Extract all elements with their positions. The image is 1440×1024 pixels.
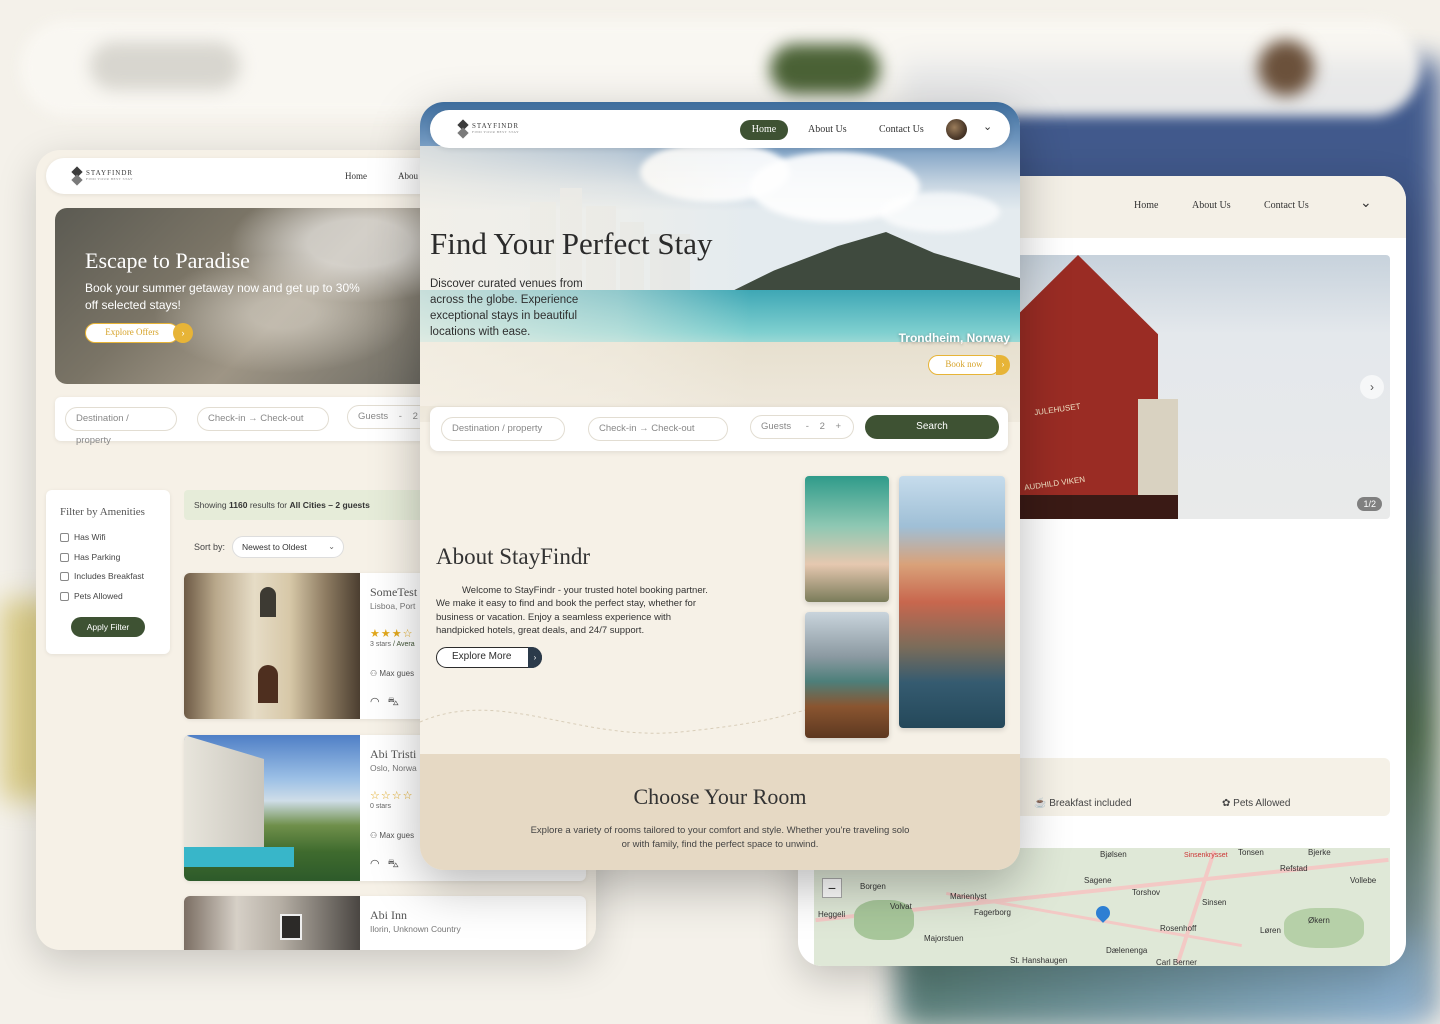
- home-page-preview: STAYFINDR FIND YOUR BEST STAY Home About…: [420, 102, 1020, 870]
- car-icon: ⛍: [387, 858, 407, 870]
- star-rating-text: 3 stars / Avera: [370, 641, 415, 648]
- chevron-down-icon[interactable]: ⌄: [983, 120, 992, 133]
- brand-tagline: FIND YOUR BEST STAY: [472, 129, 520, 134]
- filter-wifi-checkbox[interactable]: Has Wifi: [60, 532, 106, 542]
- search-bar: Destination / property Check-in → Check-…: [430, 407, 1008, 451]
- max-guests: ⚇ Max gues: [370, 669, 415, 678]
- filter-parking-checkbox[interactable]: Has Parking: [60, 552, 120, 562]
- destination-input[interactable]: Destination / property: [441, 417, 565, 441]
- destination-input[interactable]: Destination / property: [65, 407, 177, 446]
- hotel-name[interactable]: Abi Inn: [370, 908, 407, 923]
- choose-room-section: Choose Your Room Explore a variety of ro…: [420, 754, 1020, 870]
- chevron-down-icon[interactable]: ⌄: [1360, 194, 1372, 211]
- nav-home-link[interactable]: Home: [345, 171, 367, 181]
- explore-more-button[interactable]: Explore More: [436, 647, 542, 668]
- filter-breakfast-checkbox[interactable]: Includes Breakfast: [60, 571, 144, 581]
- hotel-name[interactable]: SomeTest: [370, 585, 417, 600]
- hotel-location: Oslo, Norwa: [370, 763, 417, 773]
- filter-title: Filter by Amenities: [60, 506, 145, 518]
- date-range-input[interactable]: Check-in → Check-out: [588, 417, 728, 441]
- nav-about-link[interactable]: Abou: [398, 171, 418, 181]
- brand-logo[interactable]: STAYFINDR FIND YOUR BEST STAY: [458, 120, 519, 138]
- decorative-dashed-path: [420, 706, 820, 734]
- amenity-breakfast: ☕ Breakfast included: [1034, 798, 1132, 809]
- explore-offers-button[interactable]: Explore Offers: [85, 323, 179, 343]
- background-home-pill: [770, 44, 880, 94]
- results-count: 1160: [228, 500, 248, 510]
- arrow-right-icon[interactable]: ›: [528, 647, 542, 668]
- hotel-name[interactable]: Abi Tristi: [370, 747, 416, 762]
- avatar[interactable]: [946, 119, 967, 140]
- hotel-photo: [184, 735, 360, 881]
- hotel-amenity-icons: ◠⛍: [370, 695, 407, 710]
- hero-title: Find Your Perfect Stay: [430, 226, 713, 261]
- arrow-right-icon[interactable]: ›: [173, 323, 193, 343]
- guests-count: 2: [819, 421, 825, 432]
- promo-title: Escape to Paradise: [85, 248, 250, 273]
- hero-beach-photo: [420, 102, 1020, 422]
- destination-photo: [899, 476, 1005, 728]
- guests-count: 2: [412, 411, 418, 422]
- promo-subtitle: Book your summer getaway now and get up …: [85, 281, 360, 313]
- sort-label: Sort by:: [194, 542, 226, 552]
- gallery-pager: 1/2: [1357, 497, 1382, 511]
- about-title: About StayFindr: [436, 544, 590, 569]
- chevron-down-icon: ⌄: [328, 542, 335, 551]
- guests-stepper[interactable]: Guests - 2 +: [750, 415, 854, 439]
- rooms-title: Choose Your Room: [633, 784, 807, 809]
- hero-location: Trondheim, Norway: [898, 331, 1010, 345]
- user-icon: ⚇: [370, 831, 378, 840]
- hotel-amenity-icons: ◠⛍: [370, 857, 407, 872]
- hero-subtitle: Discover curated venues from across the …: [430, 278, 583, 339]
- background-avatar: [1258, 40, 1314, 96]
- guests-decrement[interactable]: -: [806, 421, 809, 432]
- car-icon: ⛍: [387, 696, 407, 708]
- star-rating: ☆☆☆☆: [370, 790, 414, 802]
- hotel-photo: [184, 573, 360, 719]
- hotel-location: Ilorin, Unknown Country: [370, 924, 461, 934]
- map-zoom-out-button[interactable]: −: [822, 878, 842, 898]
- main-navbar: STAYFINDR FIND YOUR BEST STAY Home About…: [430, 110, 1010, 148]
- max-guests: ⚇ Max gues: [370, 831, 415, 840]
- amenity-pets: ✿ Pets Allowed: [1222, 798, 1291, 809]
- hotel-location: Lisboa, Port: [370, 601, 416, 611]
- logo-icon: [458, 120, 468, 138]
- nav-home-link[interactable]: Home: [1134, 200, 1158, 211]
- paw-icon: ✿: [1222, 798, 1231, 809]
- nav-contact-link[interactable]: Contact Us: [879, 124, 924, 135]
- destination-photo: [805, 612, 889, 738]
- gallery-next-button[interactable]: ›: [1360, 375, 1384, 399]
- sort-select[interactable]: Newest to Oldest ⌄: [232, 536, 344, 558]
- about-body: Welcome to StayFindr - your trusted hote…: [436, 585, 708, 637]
- brand-tagline: FIND YOUR BEST STAY: [86, 176, 134, 181]
- amenities-filter: Filter by Amenities Has Wifi Has Parking…: [46, 490, 170, 654]
- rooms-subtitle: Explore a variety of rooms tailored to y…: [530, 825, 910, 850]
- guests-label: Guests: [761, 421, 792, 432]
- hotel-card[interactable]: Abi Inn Ilorin, Unknown Country: [184, 896, 586, 950]
- logo-icon: [72, 167, 82, 185]
- star-rating-text: 0 stars: [370, 803, 392, 810]
- guests-increment[interactable]: +: [836, 421, 842, 432]
- coffee-icon: ☕: [1034, 798, 1047, 809]
- wifi-icon: ◠: [370, 858, 388, 870]
- guests-label: Guests: [358, 411, 389, 422]
- wifi-icon: ◠: [370, 696, 388, 708]
- apply-filter-button[interactable]: Apply Filter: [71, 617, 145, 637]
- nav-about-link[interactable]: About Us: [808, 124, 847, 135]
- hotel-photo: [184, 896, 360, 950]
- nav-home-link[interactable]: Home: [740, 120, 788, 140]
- background-logo: [90, 42, 240, 90]
- brand-logo[interactable]: STAYFINDR FIND YOUR BEST STAY: [72, 167, 133, 185]
- date-range-input[interactable]: Check-in → Check-out: [197, 407, 329, 431]
- nav-contact-link[interactable]: Contact Us: [1264, 200, 1309, 211]
- user-icon: ⚇: [370, 669, 378, 678]
- guests-decrement[interactable]: -: [399, 411, 402, 422]
- nav-about-link[interactable]: About Us: [1192, 200, 1231, 211]
- book-now-button[interactable]: Book now: [928, 355, 1000, 375]
- filter-pets-checkbox[interactable]: Pets Allowed: [60, 591, 123, 601]
- destination-photo: [805, 476, 889, 602]
- star-rating: ★★★☆: [370, 628, 414, 640]
- promo-banner: Escape to Paradise Book your summer geta…: [55, 208, 435, 384]
- search-button[interactable]: Search: [865, 415, 999, 439]
